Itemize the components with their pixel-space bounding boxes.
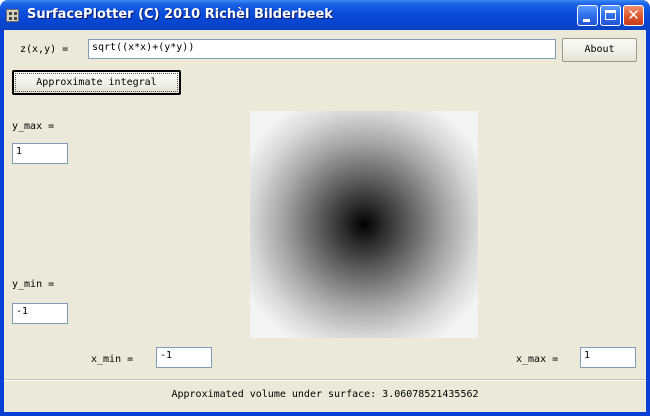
approximate-integral-button[interactable]: Approximate integral bbox=[12, 70, 181, 95]
minimize-icon bbox=[583, 19, 590, 22]
y-max-label: y_max = bbox=[12, 121, 55, 132]
client-area: z(x,y) = sqrt((x*x)+(y*y)) About Approxi… bbox=[4, 30, 646, 412]
x-min-input[interactable]: -1 bbox=[156, 347, 212, 368]
app-icon[interactable] bbox=[6, 9, 19, 22]
formula-label: z(x,y) = bbox=[20, 44, 69, 55]
minimize-button[interactable] bbox=[577, 5, 598, 26]
title-bar[interactable]: SurfacePlotter (C) 2010 Richèl Bilderbee… bbox=[0, 0, 650, 30]
y-max-input[interactable]: 1 bbox=[12, 143, 68, 164]
status-text: Approximated volume under surface: 3.060… bbox=[171, 389, 479, 400]
maximize-button[interactable] bbox=[600, 5, 621, 26]
app-window: SurfacePlotter (C) 2010 Richèl Bilderbee… bbox=[0, 0, 650, 416]
x-min-label: x_min = bbox=[91, 354, 134, 365]
surface-plot bbox=[250, 111, 478, 338]
close-icon: ✕ bbox=[627, 6, 640, 24]
window-title: SurfacePlotter (C) 2010 Richèl Bilderbee… bbox=[27, 7, 333, 22]
close-button[interactable]: ✕ bbox=[623, 5, 644, 26]
maximize-icon bbox=[605, 10, 616, 20]
y-min-label: y_min = bbox=[12, 279, 55, 290]
status-divider bbox=[4, 379, 646, 381]
formula-input[interactable]: sqrt((x*x)+(y*y)) bbox=[88, 39, 556, 59]
x-max-label: x_max = bbox=[516, 354, 559, 365]
y-min-input[interactable]: -1 bbox=[12, 303, 68, 324]
about-button[interactable]: About bbox=[562, 38, 637, 62]
focus-rect bbox=[15, 73, 178, 92]
x-max-input[interactable]: 1 bbox=[580, 347, 636, 368]
